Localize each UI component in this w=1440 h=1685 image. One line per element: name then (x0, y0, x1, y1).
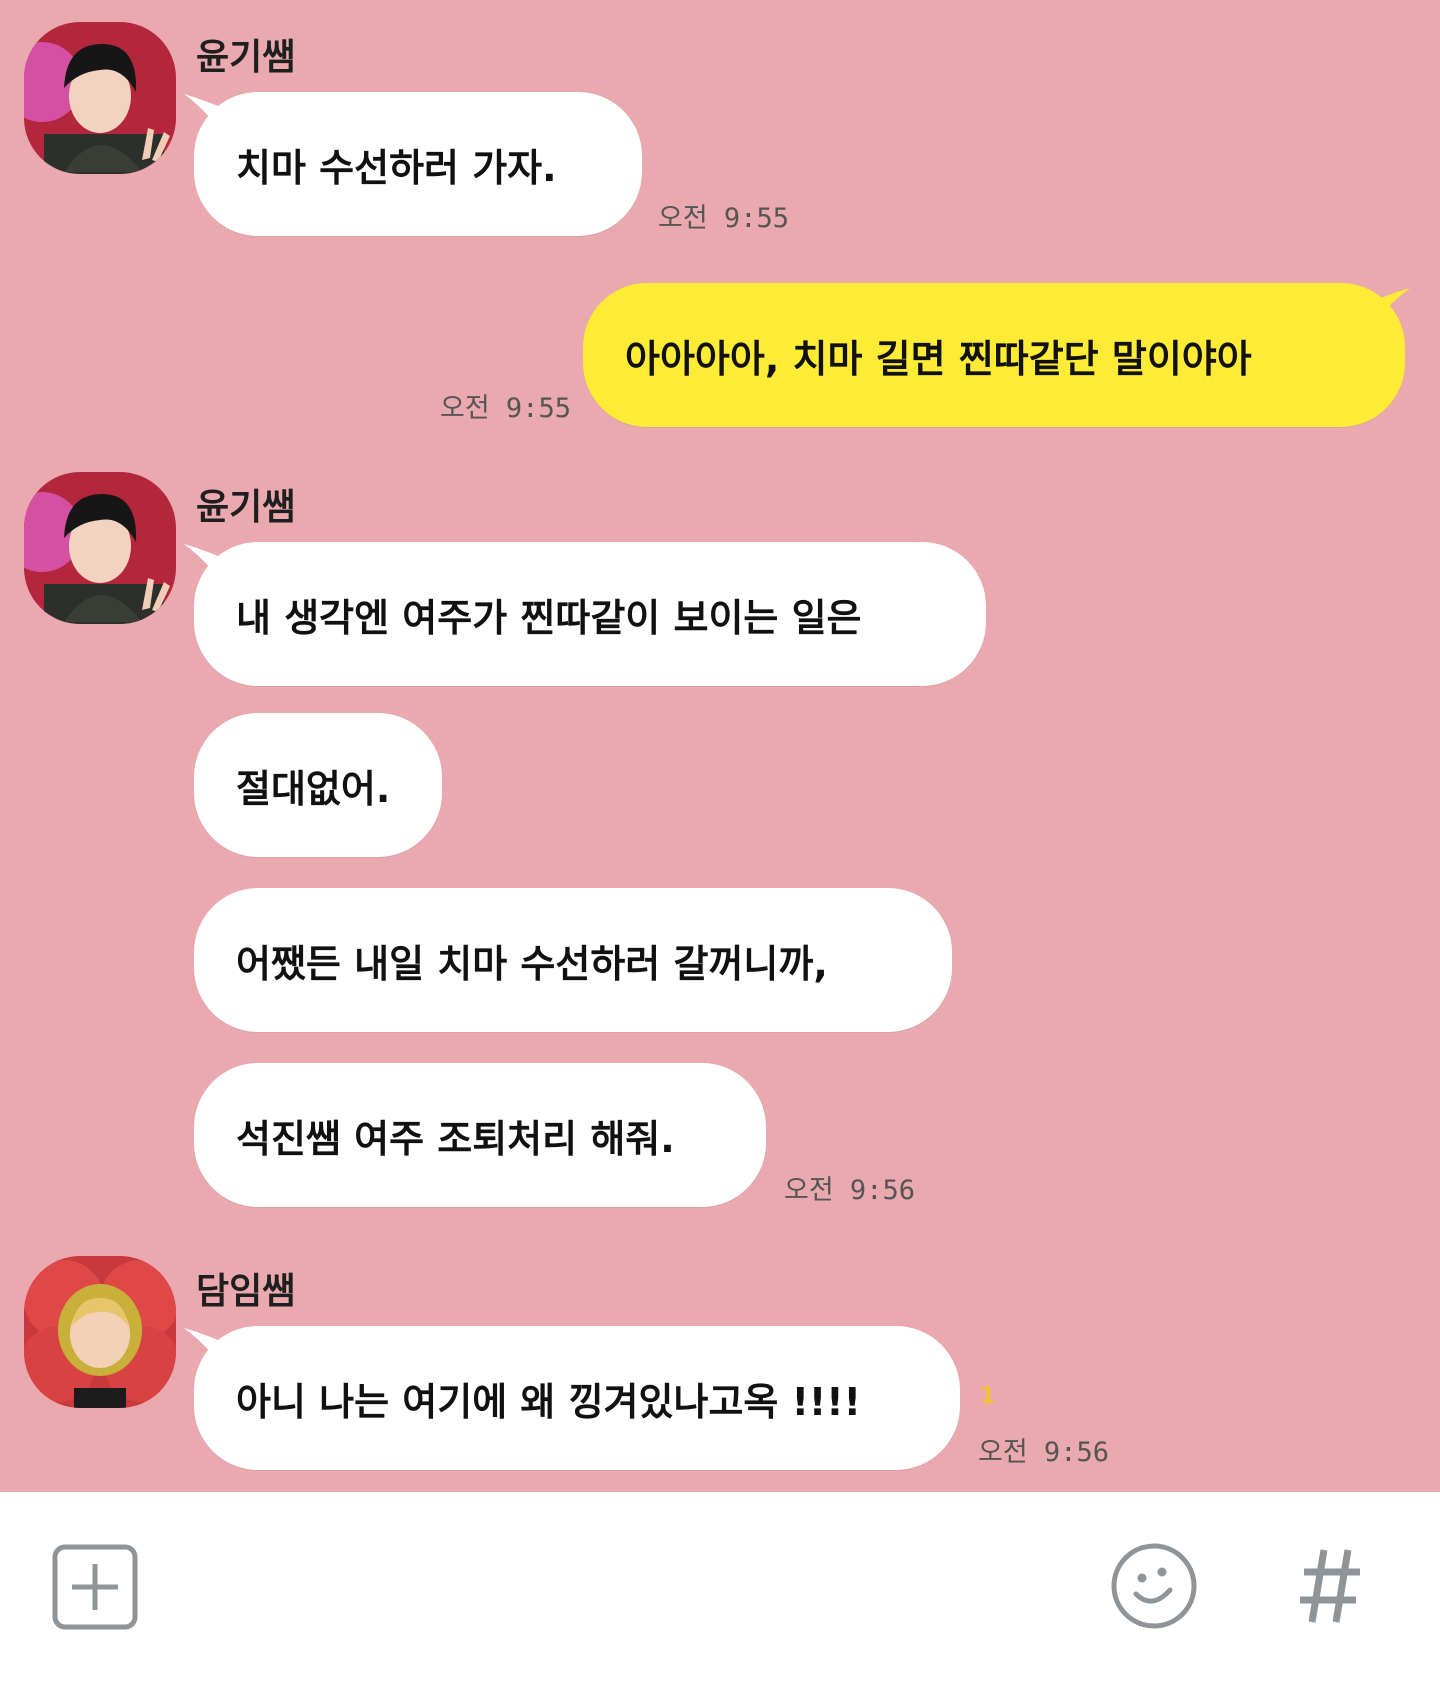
message-bubble[interactable]: 어쨌든 내일 치마 수선하러 갈꺼니까, (194, 888, 952, 1032)
sender-avatar[interactable] (24, 472, 176, 624)
message-bubble[interactable]: 치마 수선하러 가자. (194, 92, 642, 236)
message-bubble[interactable]: 아니 나는 여기에 왜 낑겨있나고옥 !!!! (194, 1326, 960, 1470)
hashtag-icon[interactable] (1298, 1546, 1364, 1626)
message-time: 오전 9:55 (658, 203, 789, 234)
avatar-photo-icon (24, 472, 176, 624)
message-input-bar (0, 1492, 1440, 1685)
unread-count-badge: 1 (980, 1384, 996, 1409)
sender-name: 윤기쌤 (196, 37, 296, 78)
sender-avatar[interactable] (24, 1256, 176, 1408)
avatar-flower-costume-icon (24, 1256, 176, 1408)
message-bubble[interactable]: 절대없어. (194, 713, 442, 857)
message-time: 오전 9:55 (440, 393, 571, 424)
plus-square-icon[interactable] (52, 1544, 138, 1630)
chat-area: 윤기쌤 치마 수선하러 가자. 오전 9:55 아아아아, 치마 길면 찐따같단… (0, 0, 1440, 1492)
avatar-photo-icon (24, 22, 176, 174)
message-time: 오전 9:56 (784, 1175, 915, 1206)
my-message-bubble[interactable]: 아아아아, 치마 길면 찐따같단 말이야아 (583, 283, 1405, 427)
sender-avatar[interactable] (24, 22, 176, 174)
sender-name: 담임쌤 (196, 1271, 296, 1312)
message-bubble[interactable]: 석진쌤 여주 조퇴처리 해줘. (194, 1063, 766, 1207)
message-time: 오전 9:56 (978, 1437, 1109, 1468)
smiley-icon[interactable] (1110, 1542, 1198, 1630)
sender-name: 윤기쌤 (196, 487, 296, 528)
message-bubble[interactable]: 내 생각엔 여주가 찐따같이 보이는 일은 (194, 542, 986, 686)
